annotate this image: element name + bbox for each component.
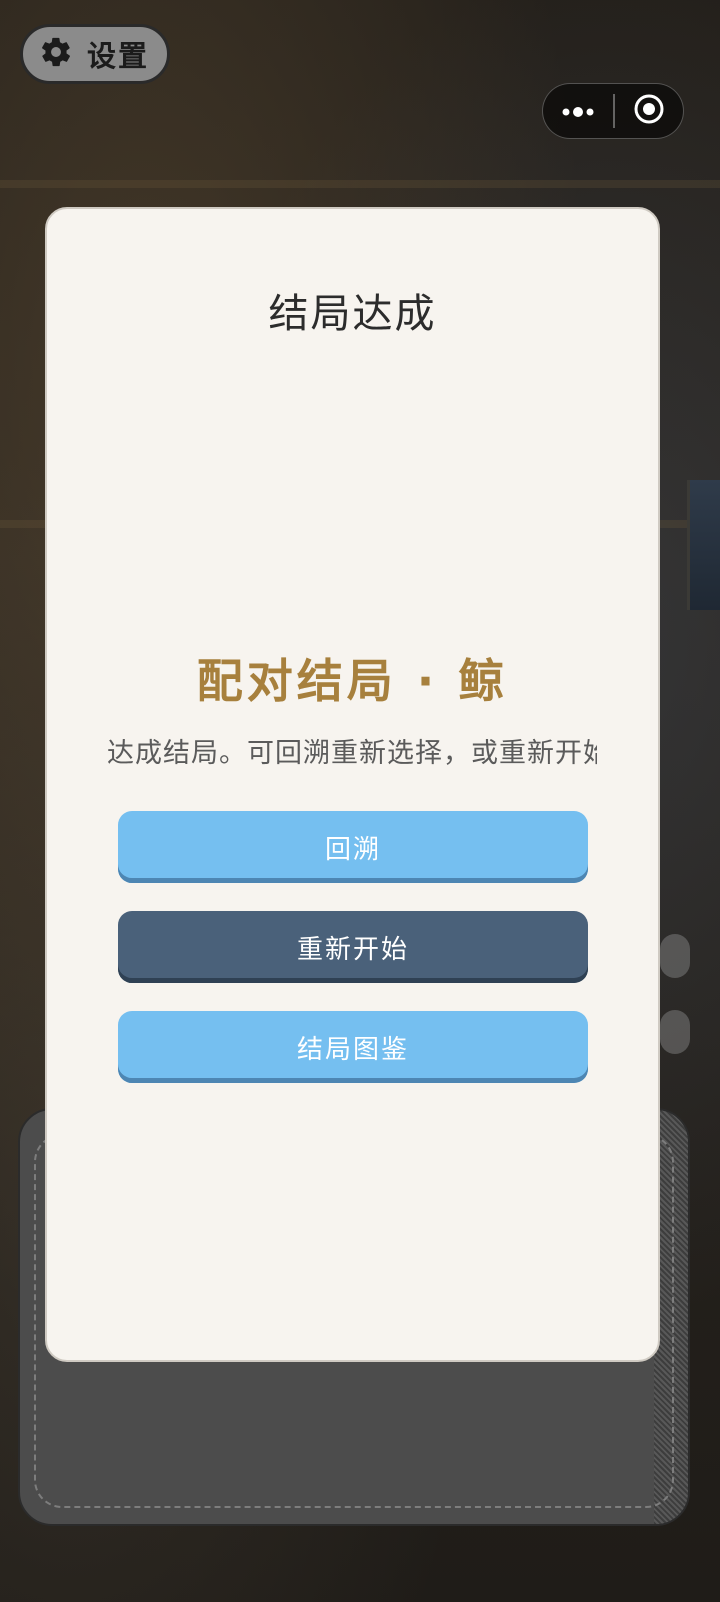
more-dots-icon: [561, 102, 595, 121]
ending-gallery-button[interactable]: 结局图鉴: [118, 1011, 588, 1083]
background-side-control: [660, 934, 690, 978]
background-monitor: [687, 480, 720, 610]
background-side-control: [660, 1010, 690, 1054]
rewind-button[interactable]: 回溯: [118, 811, 588, 883]
background-shelf: [0, 180, 720, 188]
settings-label: 设置: [87, 39, 150, 73]
more-button[interactable]: [543, 84, 613, 138]
close-button[interactable]: [615, 84, 684, 138]
modal-title: 结局达成: [268, 291, 437, 337]
settings-button[interactable]: 设置: [20, 24, 170, 84]
ending-name: 配对结局 · 鲸: [196, 654, 509, 708]
target-circle-icon: [633, 93, 665, 129]
game-screen: 设置 结局达成 配对结局 · 鲸 达成结局。可回溯重新选择，或重新开始 回溯 重…: [0, 0, 720, 1602]
gear-icon: [39, 35, 73, 73]
mini-program-capsule: [542, 83, 684, 139]
ending-modal: 结局达成 配对结局 · 鲸 达成结局。可回溯重新选择，或重新开始 回溯 重新开始…: [45, 207, 660, 1362]
ending-description: 达成结局。可回溯重新选择，或重新开始: [107, 738, 597, 769]
restart-button[interactable]: 重新开始: [118, 911, 588, 983]
